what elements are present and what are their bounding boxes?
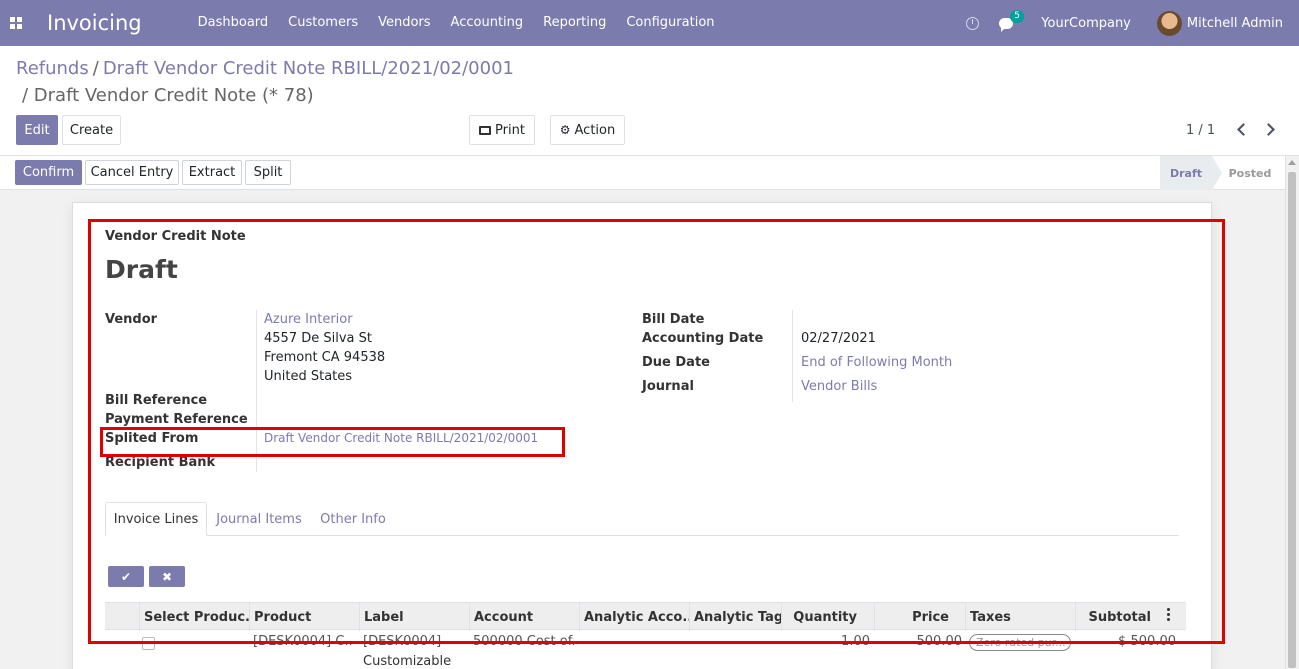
main-menu: Dashboard Customers Vendors Accounting R…: [188, 0, 725, 46]
activity-clock-icon[interactable]: [966, 16, 980, 30]
print-icon: [479, 125, 492, 135]
payment-reference-label: Payment Reference: [105, 412, 248, 427]
accounting-date-value[interactable]: 02/27/2021: [801, 331, 876, 346]
notebook-tabs: Invoice Lines Journal Items Other Info: [105, 502, 1179, 536]
bill-reference-label: Bill Reference: [105, 393, 208, 408]
pager-previous-icon[interactable]: [1234, 121, 1248, 139]
accounting-date-label: Accounting Date: [642, 331, 764, 346]
top-navbar: Invoicing Dashboard Customers Vendors Ac…: [0, 0, 1299, 46]
breadcrumb-parent-credit-note[interactable]: Draft Vendor Credit Note RBILL/2021/02/0…: [103, 58, 514, 79]
splited-from-label: Splited From: [105, 431, 199, 446]
breadcrumb-refunds[interactable]: Refunds: [16, 58, 89, 79]
user-menu[interactable]: Mitchell Admin: [1187, 16, 1283, 31]
print-button[interactable]: Print: [469, 115, 535, 145]
row-account[interactable]: 500000 Cost of...: [473, 634, 577, 649]
print-label: Print: [495, 122, 525, 138]
action-button[interactable]: ⚙ Action: [550, 115, 625, 145]
row-tax-tag[interactable]: Zero rated pur...: [969, 634, 1071, 651]
vendor-label: Vendor: [105, 312, 158, 327]
company-switcher[interactable]: YourCompany: [1041, 16, 1131, 31]
row-quantity[interactable]: 1.00: [800, 634, 870, 649]
tab-other-info[interactable]: Other Info: [315, 502, 391, 536]
column-quantity[interactable]: Quantity: [781, 603, 874, 631]
pager-value[interactable]: 1 / 1: [1186, 123, 1215, 138]
row-select-checkbox[interactable]: [142, 637, 155, 650]
field-separator-left: [256, 310, 257, 472]
column-price[interactable]: Price: [874, 603, 965, 631]
tab-journal-items[interactable]: Journal Items: [213, 502, 305, 536]
invoice-lines-header: Select Produc... Product Label Account A…: [105, 602, 1186, 631]
field-separator-right: [792, 310, 793, 402]
splited-from-link[interactable]: Draft Vendor Credit Note RBILL/2021/02/0…: [264, 431, 538, 445]
column-analytic-account[interactable]: Analytic Acco...: [579, 603, 689, 631]
vendor-address-line: United States: [264, 369, 353, 384]
apps-menu-icon[interactable]: [0, 0, 32, 46]
save-lines-button[interactable]: ✔: [108, 566, 144, 587]
row-label-line2[interactable]: Customizable: [363, 654, 451, 669]
breadcrumb-current: / Draft Vendor Credit Note (* 78): [22, 85, 314, 106]
scrollbar-thumb[interactable]: [1288, 172, 1296, 668]
due-date-label: Due Date: [642, 355, 710, 370]
vendor-name-link[interactable]: Azure Interior: [264, 312, 353, 327]
column-analytic-tags[interactable]: Analytic Tags: [689, 603, 781, 631]
recipient-bank-label: Recipient Bank: [105, 455, 216, 470]
breadcrumb-separator: /: [92, 58, 99, 79]
bill-date-label: Bill Date: [642, 312, 705, 327]
action-label: Action: [574, 122, 616, 138]
row-label[interactable]: [DESK0004]: [363, 634, 441, 649]
vendor-address-line: 4557 De Silva St: [264, 331, 372, 346]
form-sheet: [72, 202, 1212, 669]
column-taxes[interactable]: Taxes: [965, 603, 1075, 631]
journal-value[interactable]: Vendor Bills: [801, 379, 877, 394]
menu-accounting[interactable]: Accounting: [441, 0, 534, 46]
status-bar: Confirm Cancel Entry Extract Split Draft…: [0, 156, 1285, 190]
journal-label: Journal: [642, 379, 694, 394]
menu-vendors[interactable]: Vendors: [368, 0, 440, 46]
extract-button[interactable]: Extract: [182, 160, 242, 185]
column-label[interactable]: Label: [359, 603, 469, 631]
scroll-up-arrow-icon[interactable]: [1288, 160, 1296, 165]
messaging-button[interactable]: 5: [999, 9, 1025, 32]
menu-configuration[interactable]: Configuration: [616, 0, 724, 46]
app-title[interactable]: Invoicing: [47, 11, 142, 35]
due-date-value[interactable]: End of Following Month: [801, 355, 952, 370]
split-button[interactable]: Split: [245, 160, 291, 185]
confirm-button[interactable]: Confirm: [15, 160, 82, 185]
row-subtotal: $ 500.00: [1118, 634, 1176, 649]
optional-columns-icon[interactable]: [1167, 608, 1170, 622]
stage-draft: Draft: [1160, 156, 1212, 190]
row-price[interactable]: 500.00: [890, 634, 963, 649]
column-select-product[interactable]: Select Produc...: [139, 603, 249, 631]
message-count-badge: 5: [1010, 9, 1025, 23]
create-button[interactable]: Create: [62, 115, 121, 145]
edit-button[interactable]: Edit: [16, 115, 58, 145]
close-icon: ✖: [161, 569, 173, 584]
cancel-entry-button[interactable]: Cancel Entry: [85, 160, 179, 185]
menu-dashboard[interactable]: Dashboard: [188, 0, 279, 46]
pager-next-icon[interactable]: [1262, 121, 1276, 139]
stage-posted: Posted: [1228, 166, 1272, 180]
vendor-address-line: Fremont CA 94538: [264, 350, 386, 365]
menu-reporting[interactable]: Reporting: [533, 0, 616, 46]
check-icon: ✔: [120, 569, 132, 584]
column-product[interactable]: Product: [249, 603, 359, 631]
breadcrumb: Refunds / Draft Vendor Credit Note RBILL/2…: [16, 58, 514, 79]
tab-invoice-lines[interactable]: Invoice Lines: [105, 502, 207, 536]
document-state-title: Draft: [105, 255, 178, 284]
discard-lines-button[interactable]: ✖: [149, 566, 185, 587]
gear-icon: ⚙: [559, 123, 571, 137]
row-product[interactable]: [DESK0004] C...: [253, 634, 353, 649]
user-avatar[interactable]: [1156, 10, 1182, 36]
column-account[interactable]: Account: [469, 603, 579, 631]
menu-customers[interactable]: Customers: [278, 0, 368, 46]
document-type: Vendor Credit Note: [105, 229, 246, 244]
